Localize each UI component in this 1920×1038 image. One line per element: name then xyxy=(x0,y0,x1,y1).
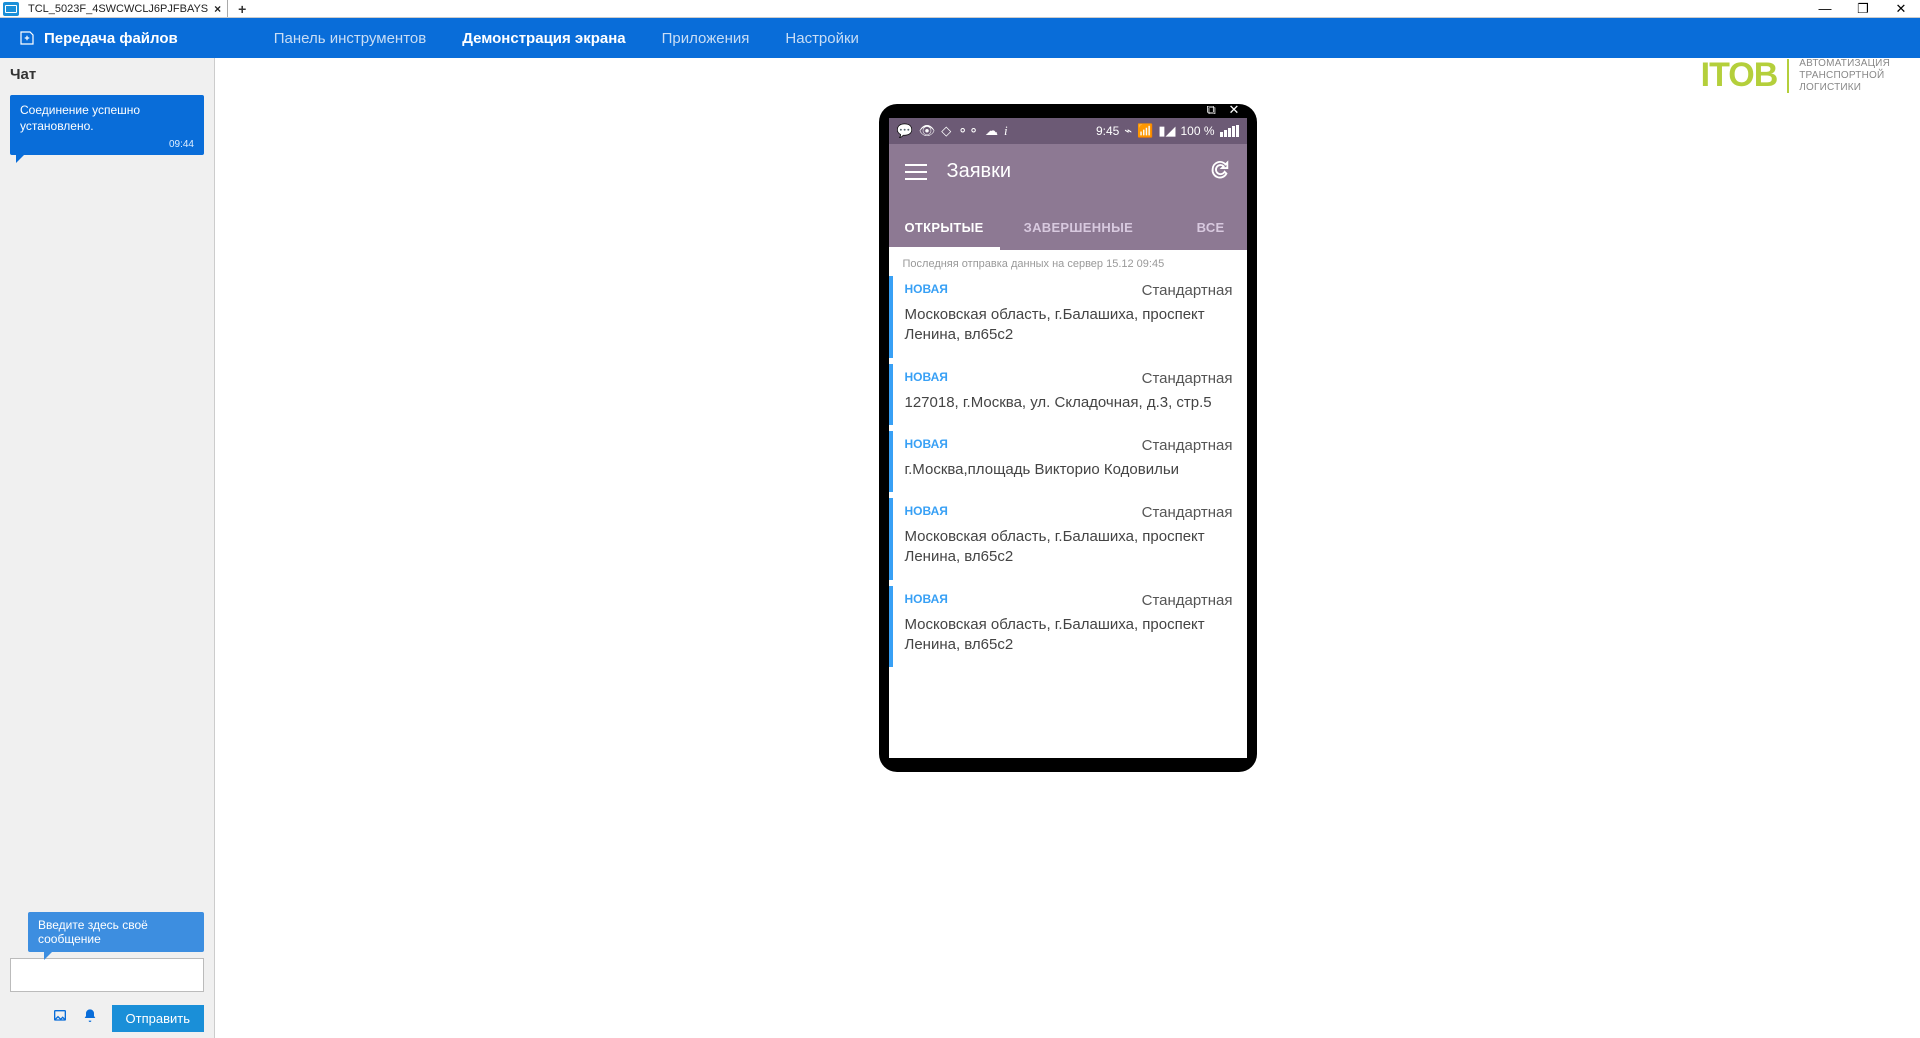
file-transfer-label: Передача файлов xyxy=(44,30,178,47)
cast-icon: ⌁ xyxy=(1124,123,1132,139)
sync-line: Последняя отправка данных на сервер 15.1… xyxy=(889,250,1247,276)
card-address: г.Москва,площадь Викторио Кодовильи xyxy=(905,460,1233,480)
logo: ITOB АВТОМАТИЗАЦИЯ ТРАНСПОРТНОЙ ЛОГИСТИК… xyxy=(1701,56,1890,95)
card-type: Стандартная xyxy=(1142,370,1233,387)
app-tab-all[interactable]: ВСЕ xyxy=(1181,210,1247,250)
chat-send-button[interactable]: Отправить xyxy=(112,1005,204,1032)
card-address: 127018, г.Москва, ул. Складочная, д.3, с… xyxy=(905,393,1233,413)
chat-message: Соединение успешно установлено. 09:44 xyxy=(10,95,204,155)
file-transfer-icon xyxy=(18,29,36,47)
chat-messages: Соединение успешно установлено. 09:44 xyxy=(0,91,214,912)
phone-screen: 💬 👁 ◇ ⚬⚬ ☁ i 9:45 ⌁ 📶 ▮◢ 100 % xyxy=(889,118,1247,758)
logo-divider xyxy=(1787,59,1789,93)
phone-frame: ⧉ ✕ 💬 👁 ◇ ⚬⚬ ☁ i 9:45 ⌁ 📶 ▮◢ xyxy=(879,104,1257,772)
eye-icon: 👁 xyxy=(919,123,936,139)
refresh-icon[interactable] xyxy=(1209,158,1231,185)
tv-status-icon: ◇ xyxy=(941,123,951,139)
card-status: НОВАЯ xyxy=(905,370,948,384)
order-card[interactable]: НОВАЯ Стандартная Московская область, г.Б… xyxy=(889,586,1247,668)
window-minimize-button[interactable]: — xyxy=(1806,0,1844,18)
sync-icon: ⚬⚬ xyxy=(957,123,979,139)
card-address: Московская область, г.Балашиха, проспект… xyxy=(905,305,1233,346)
info-icon: i xyxy=(1004,123,1008,139)
card-status: НОВАЯ xyxy=(905,282,948,296)
top-tab-settings[interactable]: Настройки xyxy=(767,18,877,58)
tab-title: TCL_5023F_4SWCWCLJ6PJFBAYS xyxy=(28,3,208,15)
card-type: Стандартная xyxy=(1142,504,1233,521)
status-bar: 💬 👁 ◇ ⚬⚬ ☁ i 9:45 ⌁ 📶 ▮◢ 100 % xyxy=(889,118,1247,144)
signal1-icon: 📶 xyxy=(1137,123,1153,139)
card-status: НОВАЯ xyxy=(905,592,948,606)
order-card[interactable]: НОВАЯ Стандартная Московская область, г.Б… xyxy=(889,498,1247,580)
cloud-icon: ☁ xyxy=(985,123,998,139)
chat-notify-icon[interactable] xyxy=(82,1008,98,1029)
chat-message-time: 09:44 xyxy=(20,138,194,151)
chat-sidebar: Чат Соединение успешно установлено. 09:4… xyxy=(0,58,215,1038)
hamburger-icon[interactable] xyxy=(905,164,927,180)
top-tab-apps[interactable]: Приложения xyxy=(644,18,768,58)
browser-tab[interactable]: TCL_5023F_4SWCWCLJ6PJFBAYS × xyxy=(22,0,228,17)
app-tabs: ОТКРЫТЫЕ ЗАВЕРШЕННЫЕ ВСЕ xyxy=(889,210,1247,250)
card-type: Стандартная xyxy=(1142,592,1233,609)
viewport: ITOB АВТОМАТИЗАЦИЯ ТРАНСПОРТНОЙ ЛОГИСТИК… xyxy=(215,58,1920,1038)
card-status: НОВАЯ xyxy=(905,504,948,518)
phone-close-icon[interactable]: ✕ xyxy=(1229,102,1245,114)
card-status: НОВАЯ xyxy=(905,437,948,451)
card-address: Московская область, г.Балашиха, проспект… xyxy=(905,527,1233,568)
app-title: Заявки xyxy=(947,160,1012,183)
logo-brand: ITOB xyxy=(1701,56,1778,95)
order-card[interactable]: НОВАЯ Стандартная г.Москва,площадь Виктор… xyxy=(889,431,1247,492)
chat-input[interactable] xyxy=(10,958,204,992)
window-close-button[interactable]: ✕ xyxy=(1882,0,1920,18)
file-transfer-button[interactable]: Передача файлов xyxy=(0,18,196,58)
status-time: 9:45 xyxy=(1096,124,1119,138)
app-tab-done[interactable]: ЗАВЕРШЕННЫЕ xyxy=(1000,210,1149,250)
card-address: Московская область, г.Балашиха, проспект… xyxy=(905,615,1233,656)
new-tab-button[interactable]: + xyxy=(228,1,256,17)
tab-close-icon[interactable]: × xyxy=(214,2,221,16)
status-battery-pct: 100 % xyxy=(1180,124,1214,138)
chat-attach-icon[interactable] xyxy=(52,1008,68,1029)
top-tab-tools[interactable]: Панель инструментов xyxy=(256,18,444,58)
top-tabs: Панель инструментов Демонстрация экрана … xyxy=(256,18,877,58)
top-toolbar: Передача файлов Панель инструментов Демо… xyxy=(0,18,1920,58)
order-card[interactable]: НОВАЯ Стандартная Московская область, г.Б… xyxy=(889,276,1247,358)
window-maximize-button[interactable]: ❐ xyxy=(1844,0,1882,18)
window-titlebar: TCL_5023F_4SWCWCLJ6PJFBAYS × + — ❐ ✕ xyxy=(0,0,1920,18)
phone-popout-icon[interactable]: ⧉ xyxy=(1207,102,1223,114)
chat-header: Чат xyxy=(0,58,214,91)
top-tab-screen-demo[interactable]: Демонстрация экрана xyxy=(444,18,643,58)
signal2-icon: ▮◢ xyxy=(1158,123,1175,139)
order-list[interactable]: Последняя отправка данных на сервер 15.1… xyxy=(889,250,1247,758)
app-tab-open[interactable]: ОТКРЫТЫЕ xyxy=(889,210,1000,250)
card-type: Стандартная xyxy=(1142,282,1233,299)
app-bar: Заявки ОТКРЫТЫЕ ЗАВЕРШЕННЫЕ ВСЕ xyxy=(889,144,1247,250)
battery-bars-icon xyxy=(1220,125,1239,137)
chat-message-text: Соединение успешно установлено. xyxy=(20,103,194,134)
order-card[interactable]: НОВАЯ Стандартная 127018, г.Москва, ул. С… xyxy=(889,364,1247,425)
card-type: Стандартная xyxy=(1142,437,1233,454)
chat-input-tooltip: Введите здесь своё сообщение xyxy=(28,912,204,952)
logo-subtitle: АВТОМАТИЗАЦИЯ ТРАНСПОРТНОЙ ЛОГИСТИКИ xyxy=(1799,58,1890,94)
sms-icon: 💬 xyxy=(897,123,913,139)
teamviewer-icon xyxy=(3,2,19,16)
window-controls: — ❐ ✕ xyxy=(1806,0,1920,18)
tab-strip: TCL_5023F_4SWCWCLJ6PJFBAYS × + xyxy=(22,0,256,17)
